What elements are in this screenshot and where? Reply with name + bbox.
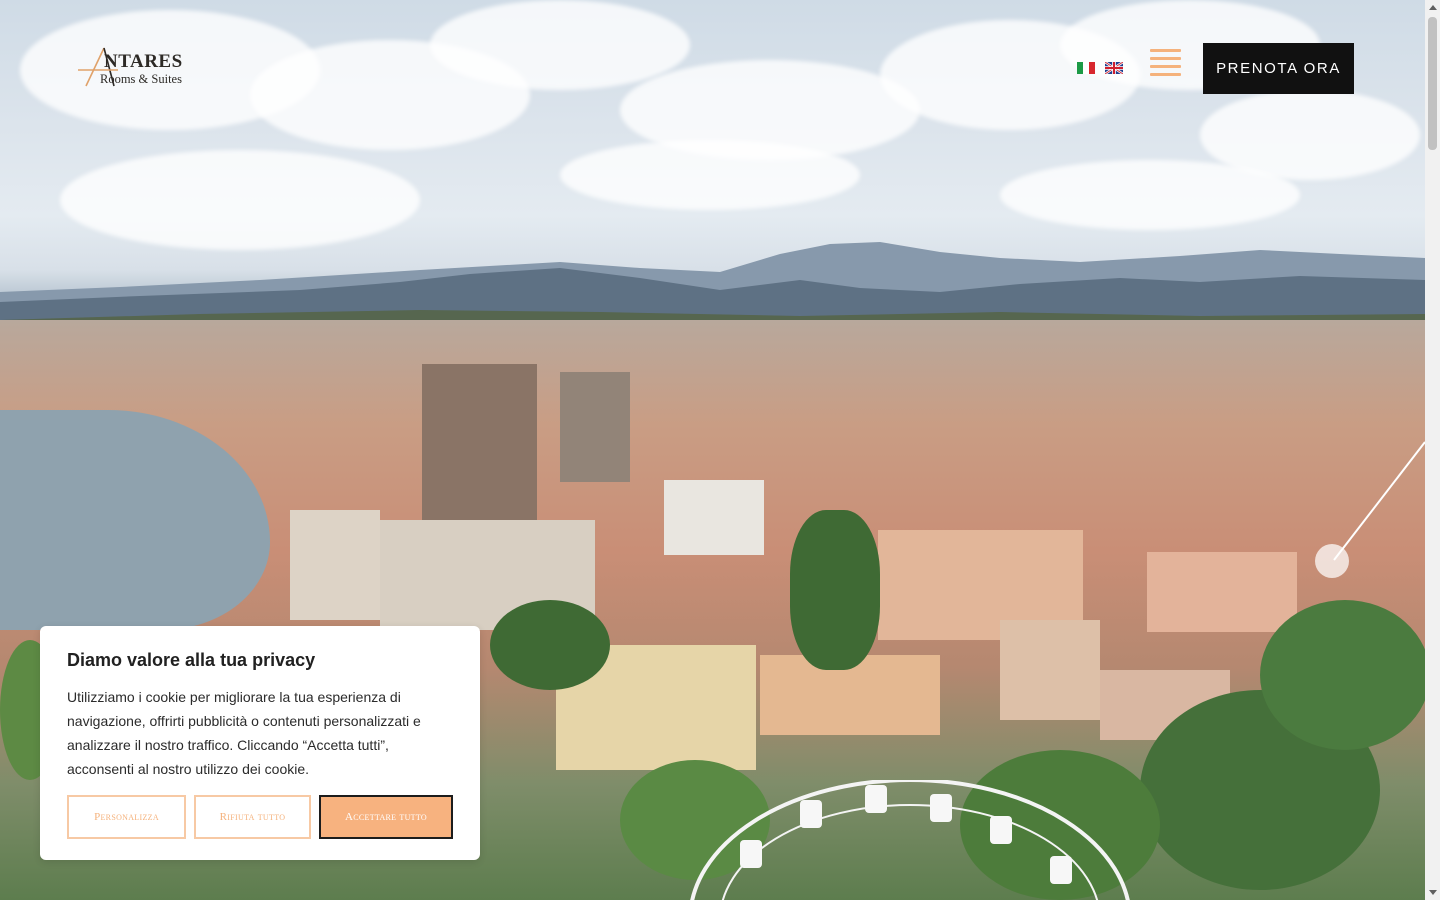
scroll-up-arrow-icon[interactable] <box>1429 5 1437 10</box>
page-scrollbar[interactable] <box>1425 0 1440 900</box>
hamburger-menu-icon[interactable] <box>1150 49 1182 81</box>
reject-all-cookies-button[interactable]: Rifiuta tutto <box>194 795 311 839</box>
slider-line <box>1333 441 1425 561</box>
cookie-banner-actions: Personalizza Rifiuta tutto Accettare tut… <box>67 795 453 839</box>
customize-cookies-button[interactable]: Personalizza <box>67 795 186 839</box>
cookie-banner-title: Diamo valore alla tua privacy <box>67 650 316 670</box>
cookie-consent-banner: Diamo valore alla tua privacy Utilizziam… <box>40 626 480 860</box>
logo-subtitle: Rooms & Suites <box>100 72 182 86</box>
book-now-button[interactable]: PRENOTA ORA <box>1203 43 1354 94</box>
uk-flag-icon[interactable] <box>1105 62 1123 74</box>
accept-all-cookies-button[interactable]: Accettare tutto <box>319 795 453 839</box>
scroll-down-arrow-icon[interactable] <box>1429 890 1437 895</box>
italy-flag-icon[interactable] <box>1077 62 1095 74</box>
slider-handle[interactable] <box>1315 544 1349 578</box>
logo-name: NTARES <box>104 51 183 72</box>
cookie-banner-text: Utilizziamo i cookie per migliorare la t… <box>67 689 421 777</box>
ferris-wheel <box>690 780 1130 900</box>
site-logo[interactable]: NTARES Rooms & Suites <box>78 46 196 90</box>
scrollbar-thumb[interactable] <box>1428 17 1437 150</box>
